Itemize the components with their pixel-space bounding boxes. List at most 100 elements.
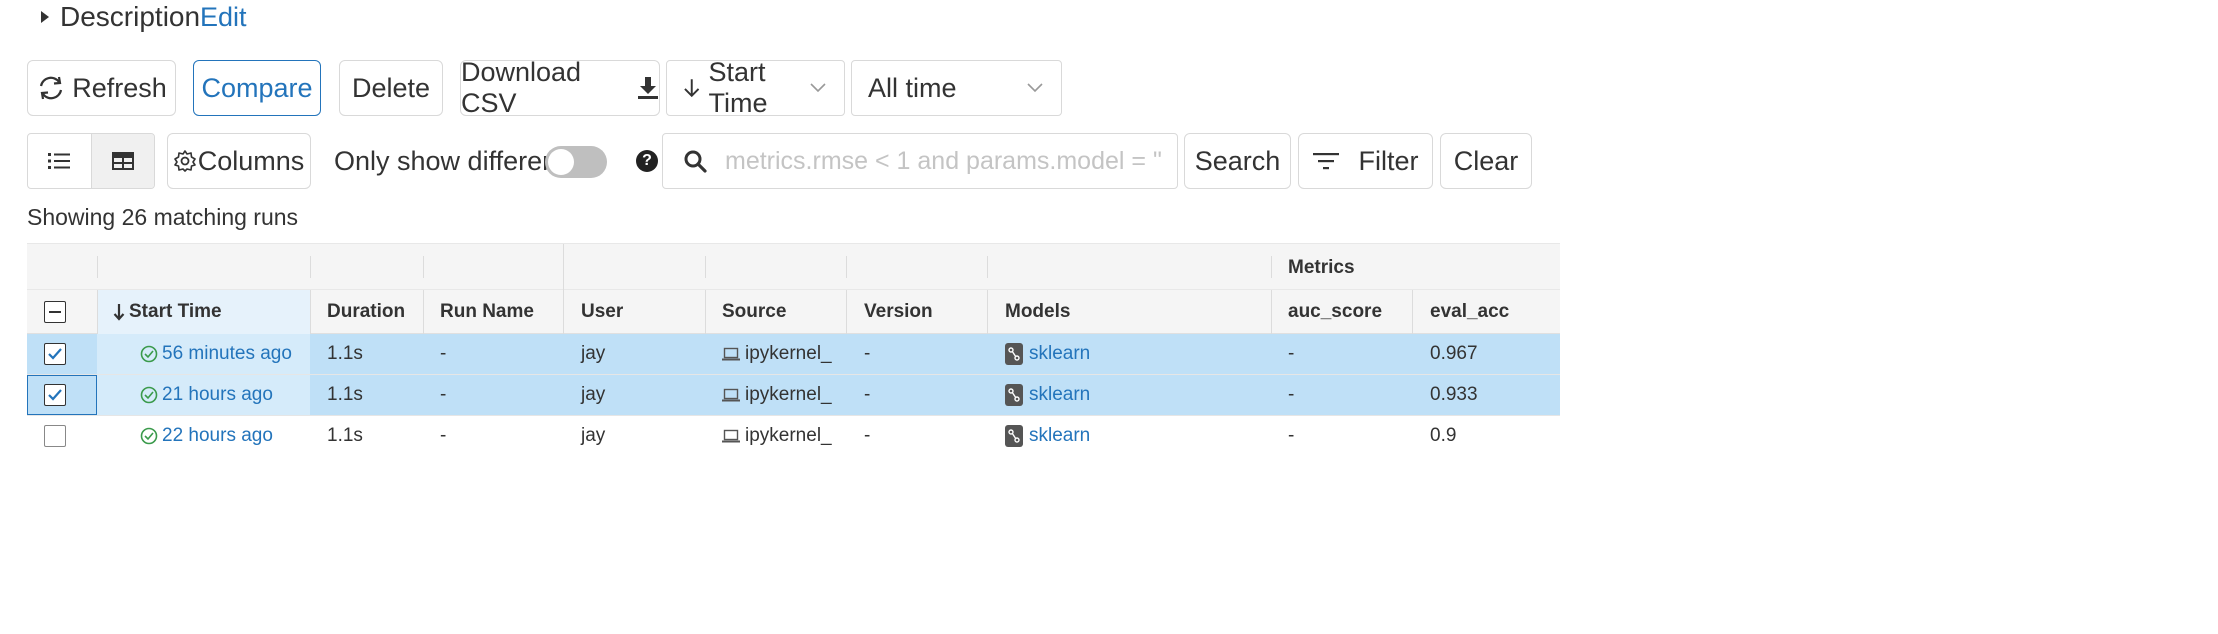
model-link[interactable]: sklearn	[1029, 343, 1090, 365]
arrow-down-icon	[684, 79, 700, 98]
row-checkbox[interactable]	[44, 343, 66, 365]
eval-acc-cell: 0.967	[1430, 343, 1478, 364]
model-link[interactable]: sklearn	[1029, 384, 1090, 406]
column-header-source[interactable]: Source	[722, 290, 786, 334]
check-circle-icon	[140, 427, 158, 445]
start-time-cell[interactable]: 21 hours ago	[140, 375, 273, 415]
runs-table: Metrics Start Time Duration Run Name Use…	[27, 243, 2218, 634]
refresh-button[interactable]: Refresh	[27, 60, 176, 116]
caret-right-icon	[41, 11, 49, 23]
column-header-version[interactable]: Version	[864, 290, 933, 334]
start-time-link[interactable]: 56 minutes ago	[162, 343, 292, 365]
check-icon	[48, 348, 62, 360]
compare-label: Compare	[201, 72, 313, 103]
start-time-cell[interactable]: 22 hours ago	[140, 416, 273, 456]
column-header-eval-acc[interactable]: eval_acc	[1430, 290, 1509, 334]
toggle-knob	[548, 149, 574, 175]
column-header-models[interactable]: Models	[1005, 290, 1070, 334]
sort-down-icon	[113, 304, 125, 321]
columns-button[interactable]: Columns	[167, 133, 311, 189]
refresh-icon	[40, 76, 63, 100]
source-cell[interactable]: ipykernel_	[722, 375, 832, 415]
model-icon	[1005, 343, 1023, 365]
description-edit-link[interactable]: Edit	[200, 0, 247, 34]
time-range-select[interactable]: All time	[851, 60, 1062, 116]
source-value: ipykernel_	[745, 343, 832, 364]
download-csv-button[interactable]: Download CSV	[460, 57, 660, 118]
description-title: Description	[60, 1, 201, 32]
column-header-start-time[interactable]: Start Time	[113, 290, 222, 334]
laptop-icon	[722, 429, 740, 443]
search-button[interactable]: Search	[1184, 133, 1291, 189]
table-row[interactable]: 56 minutes ago 1.1s - jay ipykernel_ - s…	[27, 334, 1560, 374]
table-header-row: Start Time Duration Run Name User Source…	[27, 290, 1560, 334]
row-checkbox[interactable]	[44, 425, 66, 447]
start-time-link[interactable]: 21 hours ago	[162, 384, 273, 406]
search-button-label: Search	[1194, 145, 1281, 176]
version-cell: -	[864, 425, 871, 446]
table-group-header-row: Metrics	[27, 243, 1560, 291]
duration-cell: 1.1s	[327, 343, 363, 364]
time-range-value: All time	[868, 72, 957, 103]
filter-button[interactable]: Filter	[1298, 133, 1433, 189]
list-icon	[48, 153, 71, 169]
start-time-link[interactable]: 22 hours ago	[162, 425, 273, 447]
model-icon	[1005, 384, 1023, 406]
laptop-icon	[722, 388, 740, 402]
chevron-down-icon	[1027, 83, 1043, 93]
column-header-auc-score[interactable]: auc_score	[1288, 290, 1382, 334]
select-all-checkbox[interactable]	[44, 301, 66, 323]
user-cell: jay	[581, 425, 606, 446]
check-icon	[48, 389, 62, 401]
gear-icon	[173, 150, 196, 172]
list-view-button[interactable]	[28, 134, 91, 188]
view-toggle-group	[27, 133, 155, 189]
search-icon	[684, 150, 707, 173]
table-row[interactable]: 21 hours ago 1.1s - jay ipykernel_ - skl…	[27, 375, 1560, 415]
user-cell: jay	[581, 343, 606, 364]
source-value: ipykernel_	[745, 425, 832, 446]
auc-score-cell: -	[1288, 425, 1295, 446]
matching-runs-count: Showing 26 matching runs	[27, 204, 299, 230]
sort-select[interactable]: Start Time	[666, 57, 845, 118]
chevron-down-icon	[810, 83, 826, 93]
check-circle-icon	[140, 386, 158, 404]
version-cell: -	[864, 343, 871, 364]
table-view-button[interactable]	[90, 134, 154, 188]
column-header-duration[interactable]: Duration	[327, 290, 405, 334]
source-cell[interactable]: ipykernel_	[722, 416, 832, 456]
column-header-run-name[interactable]: Run Name	[440, 290, 534, 334]
version-cell: -	[864, 384, 871, 405]
filter-button-label: Filter	[1358, 145, 1419, 176]
run-name-cell: -	[440, 425, 447, 446]
search-input[interactable]	[723, 144, 1163, 178]
eval-acc-cell: 0.933	[1430, 384, 1478, 405]
table-row[interactable]: 22 hours ago 1.1s - jay ipykernel_ - skl…	[27, 416, 1560, 456]
models-cell[interactable]: sklearn	[1005, 375, 1090, 415]
duration-cell: 1.1s	[327, 384, 363, 405]
start-time-cell[interactable]: 56 minutes ago	[140, 334, 292, 374]
download-icon	[638, 77, 658, 99]
metrics-group-header: Metrics	[1288, 256, 1355, 278]
check-circle-icon	[140, 345, 158, 363]
source-cell[interactable]: ipykernel_	[722, 334, 832, 374]
duration-cell: 1.1s	[327, 425, 363, 446]
only-show-differences-toggle[interactable]	[545, 146, 607, 178]
filter-icon	[1312, 153, 1339, 170]
help-icon[interactable]: ?	[636, 150, 658, 172]
model-link[interactable]: sklearn	[1029, 425, 1090, 447]
refresh-label: Refresh	[72, 72, 167, 103]
run-name-cell: -	[440, 384, 447, 405]
row-checkbox[interactable]	[44, 384, 66, 406]
delete-button[interactable]: Delete	[339, 60, 443, 116]
models-cell[interactable]: sklearn	[1005, 334, 1090, 374]
description-expand-toggle[interactable]	[30, 0, 60, 34]
delete-label: Delete	[351, 72, 431, 103]
models-cell[interactable]: sklearn	[1005, 416, 1090, 456]
table-icon	[111, 152, 134, 170]
compare-button[interactable]: Compare	[193, 60, 321, 116]
column-header-user[interactable]: User	[581, 290, 623, 334]
clear-button[interactable]: Clear	[1440, 133, 1532, 189]
clear-button-label: Clear	[1453, 145, 1519, 176]
model-icon	[1005, 425, 1023, 447]
